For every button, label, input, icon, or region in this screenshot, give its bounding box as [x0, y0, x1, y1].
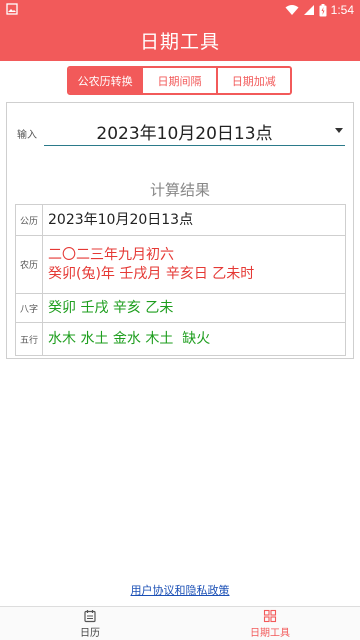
- tab-date-interval[interactable]: 日期间隔: [143, 68, 218, 93]
- bazi-value: 癸卯 壬戌 辛亥 乙未: [43, 294, 345, 322]
- app-header: 日期工具: [0, 20, 360, 61]
- signal-icon: [303, 5, 314, 15]
- gregorian-date: 2023年10月20日13点: [48, 211, 194, 228]
- results-title: 计算结果: [149, 181, 210, 199]
- result-row-wuxing: 五行 水木 水土 金水 木土 缺火: [16, 323, 345, 355]
- lunar-value: 二〇二三年九月初六 癸卯(兔)年 壬戌月 辛亥日 乙未时: [43, 236, 345, 293]
- wuxing-value: 水木 水土 金水 木土 缺火: [43, 323, 345, 355]
- input-label: 输入: [17, 130, 37, 141]
- nav-date-tools-label: 日期工具: [250, 627, 290, 639]
- bazi-text: 癸卯 壬戌 辛亥 乙未: [48, 299, 174, 316]
- row-label-gregorian: 公历: [16, 205, 43, 235]
- wuxing-text: 水木 水土 金水 木土 缺火: [48, 330, 211, 347]
- nav-calendar-label: 日历: [80, 627, 100, 639]
- tab-calendar-convert[interactable]: 公农历转换: [69, 68, 144, 93]
- bottom-nav: 日历 日期工具: [0, 606, 360, 640]
- result-row-lunar: 农历 二〇二三年九月初六 癸卯(兔)年 壬戌月 辛亥日 乙未时: [16, 236, 345, 294]
- lunar-ganzhi: 癸卯(兔)年 壬戌月 辛亥日 乙未时: [48, 265, 255, 282]
- nav-calendar[interactable]: 日历: [0, 607, 180, 640]
- wifi-icon: [285, 5, 299, 15]
- tool-tabs: 公农历转换 日期间隔 日期加减: [67, 66, 292, 95]
- row-label-wuxing: 五行: [16, 323, 43, 355]
- dropdown-arrow-icon: [335, 128, 343, 133]
- lunar-date: 二〇二三年九月初六: [48, 246, 174, 263]
- row-label-lunar: 农历: [16, 236, 43, 293]
- image-icon: [6, 3, 18, 15]
- status-icons: 1:54: [285, 2, 354, 18]
- page-title: 日期工具: [139, 31, 220, 53]
- result-row-gregorian: 公历 2023年10月20日13点: [16, 205, 345, 236]
- status-bar: 1:54: [0, 0, 360, 20]
- nav-date-tools[interactable]: 日期工具: [180, 607, 360, 640]
- results-table: 公历 2023年10月20日13点 农历 二〇二三年九月初六 癸卯(兔)年 壬戌…: [15, 204, 346, 356]
- row-label-bazi: 八字: [16, 294, 43, 322]
- calendar-icon: [84, 609, 96, 622]
- date-picker[interactable]: 2023年10月20日13点: [44, 115, 345, 146]
- gregorian-value: 2023年10月20日13点: [43, 205, 345, 235]
- privacy-policy-link[interactable]: 用户协议和隐私政策: [0, 582, 360, 598]
- date-value: 2023年10月20日13点: [96, 124, 273, 144]
- converter-panel: 输入 2023年10月20日13点 计算结果 公历 2023年10月20日13点…: [6, 102, 354, 359]
- app-screen: 1:54 日期工具 公农历转换 日期间隔 日期加减 输入 2023年10月20日…: [0, 0, 360, 640]
- result-row-bazi: 八字 癸卯 壬戌 辛亥 乙未: [16, 294, 345, 323]
- battery-icon: [319, 3, 327, 16]
- tab-date-add-subtract[interactable]: 日期加减: [217, 68, 290, 93]
- tools-grid-icon: [263, 609, 277, 622]
- status-time: 1:54: [330, 3, 354, 17]
